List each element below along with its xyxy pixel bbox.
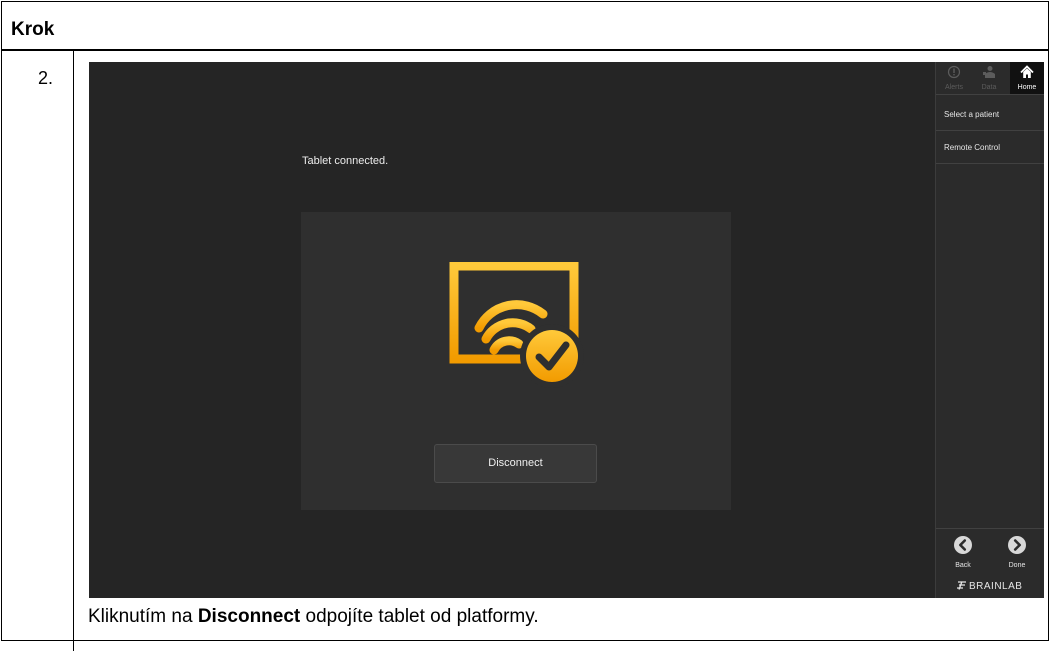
- disconnect-button[interactable]: Disconnect: [434, 444, 597, 483]
- back-label: Back: [955, 562, 971, 569]
- table-header: Krok: [2, 2, 1048, 51]
- back-arrow-icon: [954, 536, 972, 554]
- alert-icon: [947, 65, 961, 79]
- data-icon: [983, 66, 995, 78]
- column-divider: [73, 51, 74, 651]
- brand-name: BRAINLAB: [969, 581, 1023, 592]
- done-button[interactable]: Done: [997, 535, 1037, 571]
- right-sidebar: Alerts Data Home Select a patient Remote…: [935, 62, 1044, 598]
- sidebar-footer: Back Done BRAINLAB: [936, 528, 1044, 598]
- connection-status: Tablet connected.: [302, 155, 389, 167]
- connection-panel: Disconnect: [301, 212, 731, 510]
- data-button[interactable]: Data: [972, 62, 1006, 94]
- brainlab-logo-icon: [957, 581, 966, 590]
- instruction-suffix: odpojíte tablet od platformy.: [300, 606, 539, 627]
- header-label: Krok: [11, 19, 55, 40]
- menu-item-select-patient[interactable]: Select a patient: [936, 98, 1044, 131]
- data-label: Data: [981, 84, 997, 91]
- home-icon: [1020, 65, 1034, 78]
- home-button[interactable]: Home: [1010, 62, 1044, 94]
- step-number: 2.: [38, 68, 54, 88]
- menu-item-remote-control[interactable]: Remote Control: [936, 131, 1044, 164]
- instruction-prefix: Kliknutím na: [88, 606, 198, 627]
- brand-logo: BRAINLAB: [956, 581, 1022, 593]
- top-icon-bar: Alerts Data Home: [936, 62, 1044, 95]
- alerts-button[interactable]: Alerts: [937, 62, 971, 94]
- tablet-connected-icon: [449, 262, 584, 388]
- step-instruction: Kliknutím na Disconnect odpojíte tablet …: [88, 605, 539, 629]
- back-button[interactable]: Back: [943, 535, 983, 571]
- done-label: Done: [1008, 562, 1026, 569]
- home-label: Home: [1017, 84, 1037, 91]
- alerts-label: Alerts: [945, 84, 963, 91]
- device-screenshot: Tablet connected. Disconnect Alerts Data…: [89, 62, 1044, 598]
- instruction-keyword: Disconnect: [197, 606, 301, 627]
- forward-arrow-icon: [1008, 536, 1026, 554]
